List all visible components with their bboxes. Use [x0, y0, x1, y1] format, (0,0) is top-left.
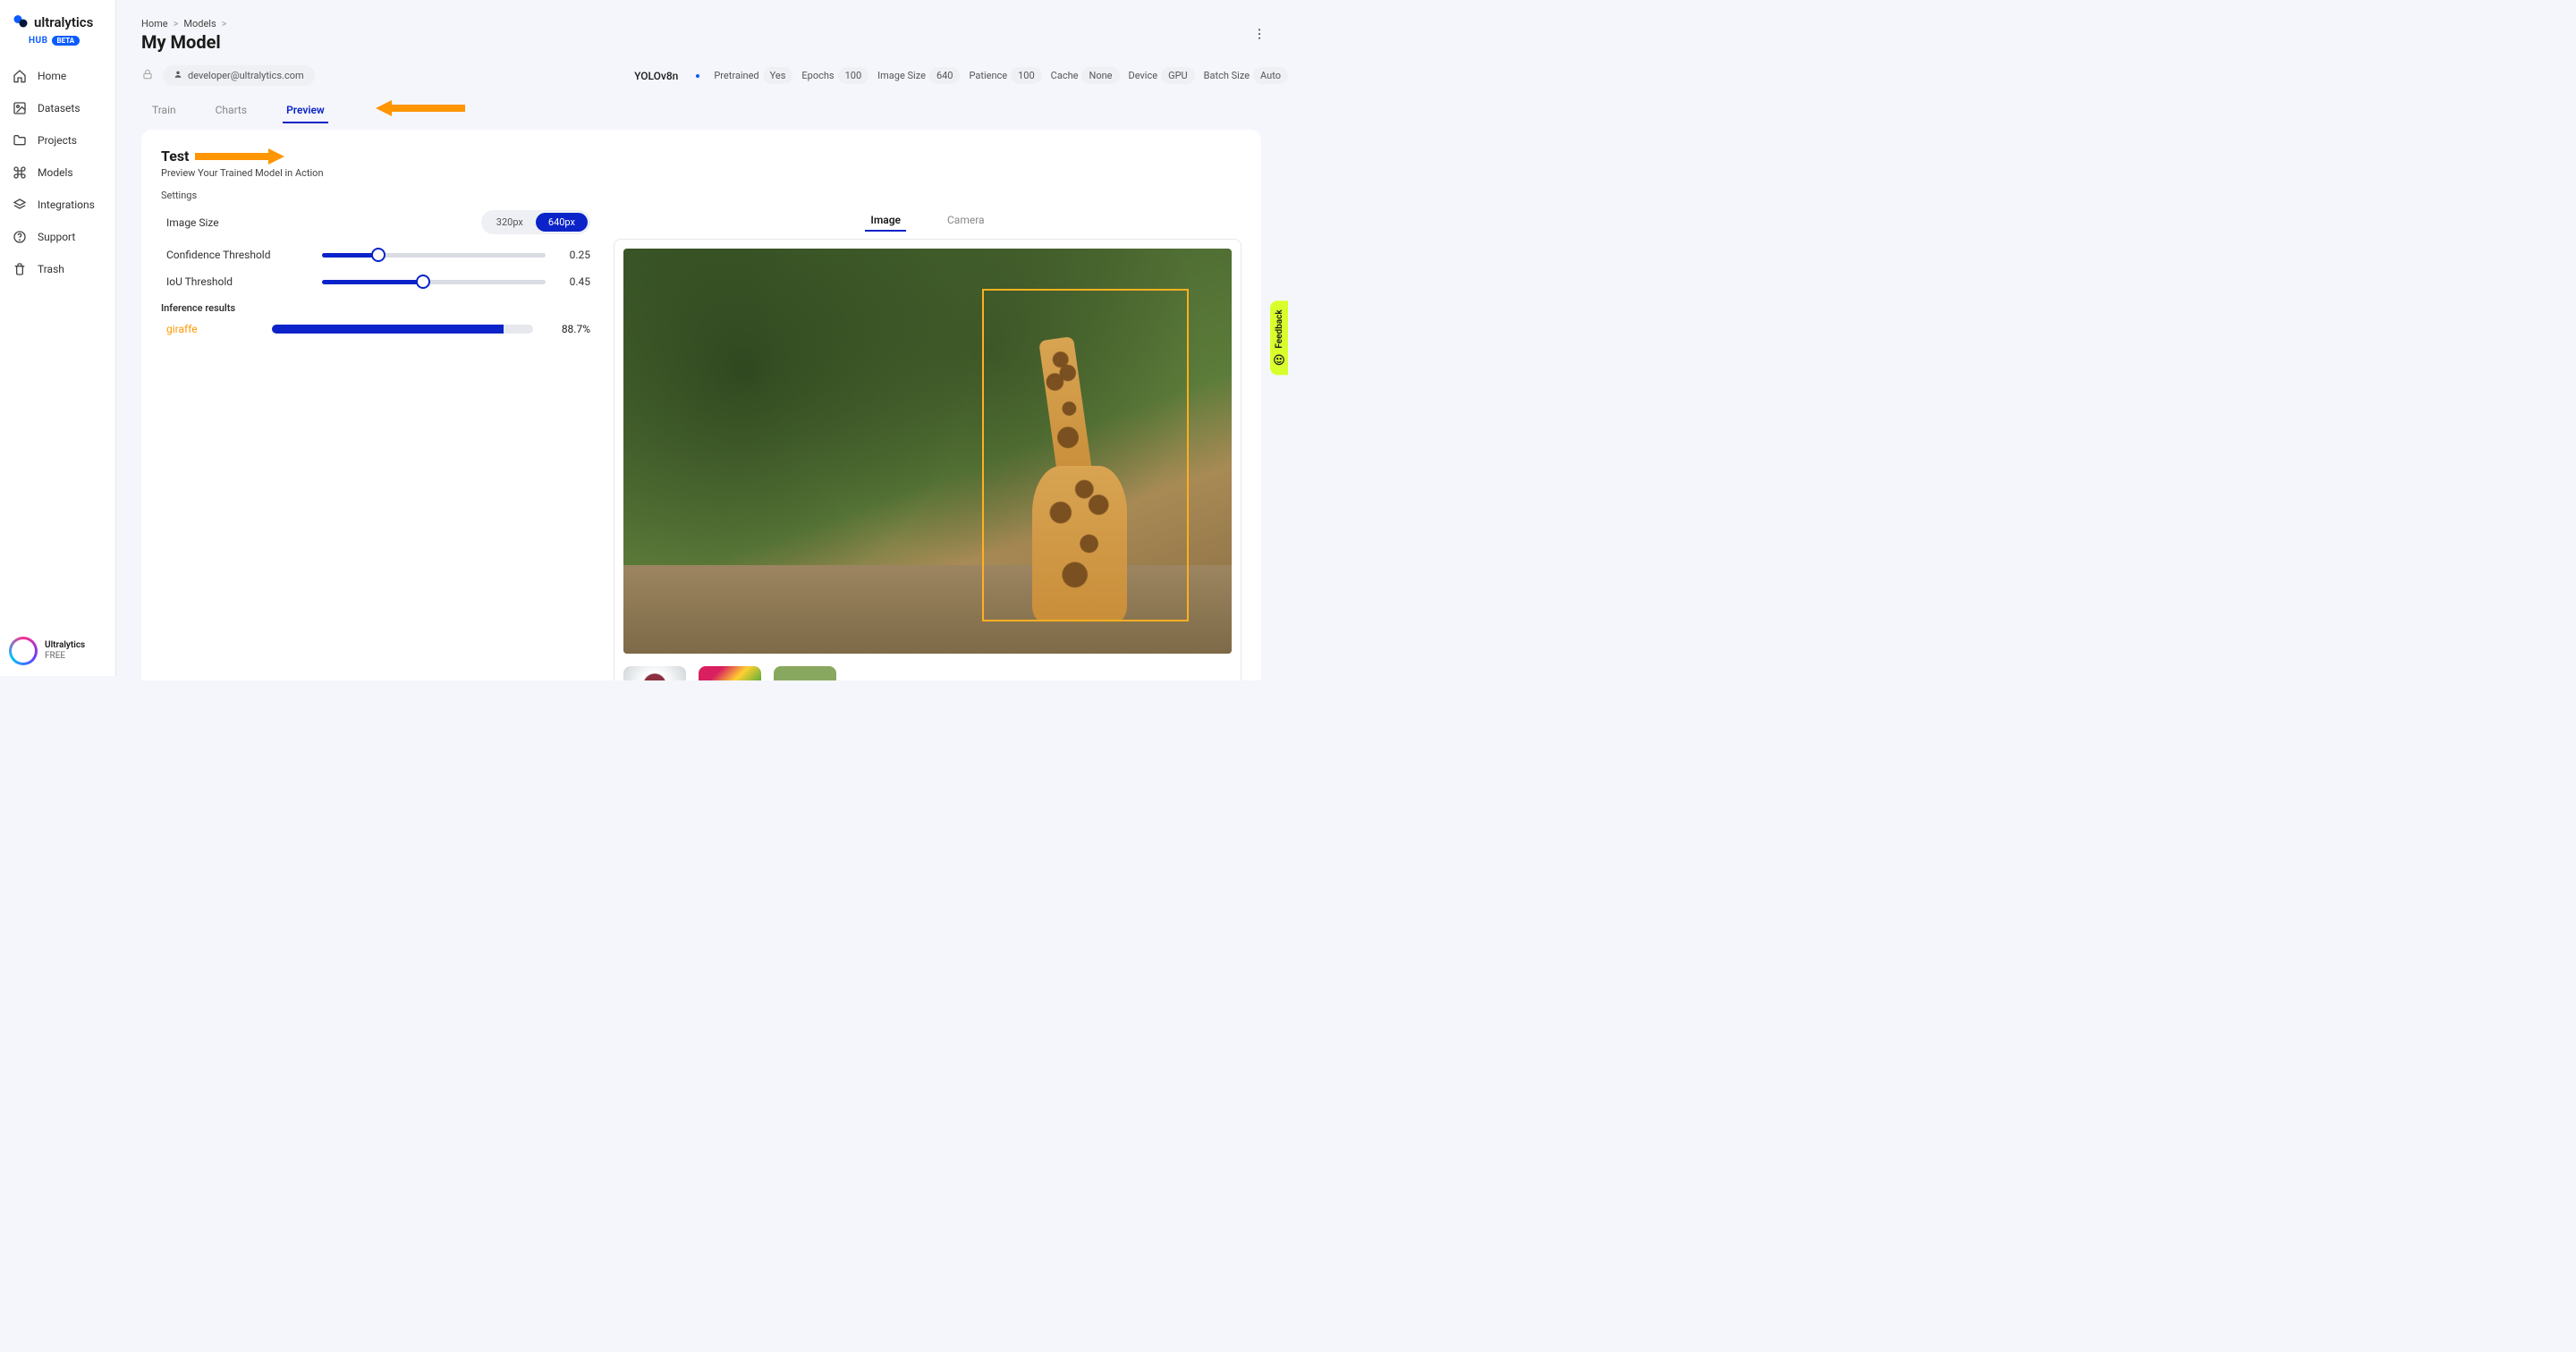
sidebar-item-label: Trash [38, 263, 64, 275]
feedback-label: Feedback [1275, 309, 1284, 348]
sidebar-item-label: Models [38, 166, 73, 179]
label-image-size: Image Size [161, 216, 219, 229]
result-class-name: giraffe [161, 323, 259, 335]
tab-train[interactable]: Train [148, 98, 180, 123]
stat-image-size: Image Size640 [877, 67, 960, 84]
sidebar-item-label: Support [38, 231, 75, 243]
sidebar-nav: Home Datasets Projects Models Integratio… [0, 62, 115, 287]
sidebar-item-home[interactable]: Home [0, 62, 115, 90]
stat-pretrained: PretrainedYes [714, 67, 792, 84]
account-name: Ultralytics [45, 640, 85, 651]
account-plan: FREE [45, 651, 85, 662]
brand-name: ultralytics [34, 14, 93, 30]
sidebar-item-label: Integrations [38, 199, 95, 211]
image-size-640[interactable]: 640px [536, 213, 588, 232]
detection-bbox [982, 289, 1189, 621]
sidebar-footer[interactable]: Ultralytics FREE [0, 637, 115, 665]
preview-source-tabs: Image Camera [614, 210, 1241, 232]
sidebar-item-datasets[interactable]: Datasets [0, 94, 115, 123]
preview-tab-camera[interactable]: Camera [942, 210, 990, 232]
sidebar: ultralytics HUB BETA Home Datasets Proje… [0, 0, 116, 676]
confidence-slider[interactable] [322, 253, 546, 258]
sidebar-item-label: Home [38, 70, 66, 82]
sidebar-item-integrations[interactable]: Integrations [0, 190, 115, 219]
main-content: Home > Models > My Model developer@ultra… [116, 0, 1288, 676]
result-confidence-bar [272, 325, 533, 334]
confidence-value: 0.25 [555, 249, 590, 261]
layers-icon [13, 198, 27, 212]
model-architecture: YOLOv8n [634, 70, 678, 82]
tab-preview[interactable]: Preview [283, 98, 328, 123]
home-icon [13, 69, 27, 83]
label-iou: IoU Threshold [161, 275, 313, 288]
owner-email: developer@ultralytics.com [188, 70, 304, 81]
page-title: My Model [141, 31, 1288, 53]
breadcrumb-models[interactable]: Models [183, 18, 216, 30]
brand-logo: ultralytics [0, 13, 115, 38]
sidebar-item-label: Projects [38, 134, 77, 147]
test-subtitle: Preview Your Trained Model in Action [161, 167, 1241, 179]
test-card: Test Preview Your Trained Model in Actio… [141, 130, 1261, 680]
folder-icon [13, 133, 27, 148]
model-info-row: developer@ultralytics.com YOLOv8n Pretra… [141, 65, 1288, 86]
sidebar-item-label: Datasets [38, 102, 80, 114]
lock-icon [141, 67, 154, 84]
thumbnail-3[interactable] [774, 666, 836, 680]
iou-slider[interactable] [322, 280, 546, 284]
help-icon [13, 230, 27, 244]
feedback-tab[interactable]: Feedback [1270, 300, 1288, 375]
owner-email-pill[interactable]: developer@ultralytics.com [163, 65, 315, 86]
stat-patience: Patience100 [969, 67, 1041, 84]
label-confidence: Confidence Threshold [161, 249, 313, 261]
command-icon [13, 165, 27, 180]
separator-dot [696, 74, 699, 78]
image-size-320[interactable]: 320px [484, 213, 536, 232]
sidebar-item-projects[interactable]: Projects [0, 126, 115, 155]
stat-batch-size: Batch SizeAuto [1204, 67, 1288, 84]
test-preview-panel: Image Camera [614, 210, 1241, 680]
sidebar-item-trash[interactable]: Trash [0, 255, 115, 283]
thumbnail-1[interactable] [623, 666, 686, 680]
brand-subtitle: HUB BETA [0, 36, 115, 46]
sidebar-item-models[interactable]: Models [0, 158, 115, 187]
image-icon [13, 101, 27, 115]
preview-tab-image[interactable]: Image [865, 210, 906, 232]
trash-icon [13, 262, 27, 276]
image-size-toggle: 320px 640px [481, 210, 590, 234]
tab-charts[interactable]: Charts [212, 98, 250, 123]
breadcrumb-home[interactable]: Home [141, 18, 168, 30]
avatar [9, 637, 38, 665]
more-options-button[interactable] [1252, 27, 1267, 45]
sample-thumbnails [623, 666, 1232, 680]
stat-device: DeviceGPU [1129, 67, 1195, 84]
user-icon [174, 70, 182, 81]
stat-cache: CacheNone [1051, 67, 1120, 84]
smiley-icon [1273, 354, 1285, 367]
breadcrumb: Home > Models > [141, 18, 1288, 30]
settings-label: Settings [161, 190, 1241, 201]
test-settings-panel: Image Size 320px 640px Confidence Thresh… [161, 210, 590, 680]
preview-image[interactable] [623, 249, 1232, 654]
ultralytics-icon [13, 13, 29, 32]
inference-results-label: Inference results [161, 302, 590, 314]
test-title: Test [161, 148, 1241, 165]
thumbnail-2[interactable] [699, 666, 761, 680]
iou-value: 0.45 [555, 275, 590, 288]
sidebar-item-support[interactable]: Support [0, 223, 115, 251]
result-confidence-value: 88.7% [546, 323, 590, 335]
model-tabs: Train Charts Preview [141, 98, 1288, 124]
preview-image-container [614, 239, 1241, 680]
result-row-giraffe: giraffe 88.7% [161, 323, 590, 335]
stat-epochs: Epochs100 [801, 67, 869, 84]
